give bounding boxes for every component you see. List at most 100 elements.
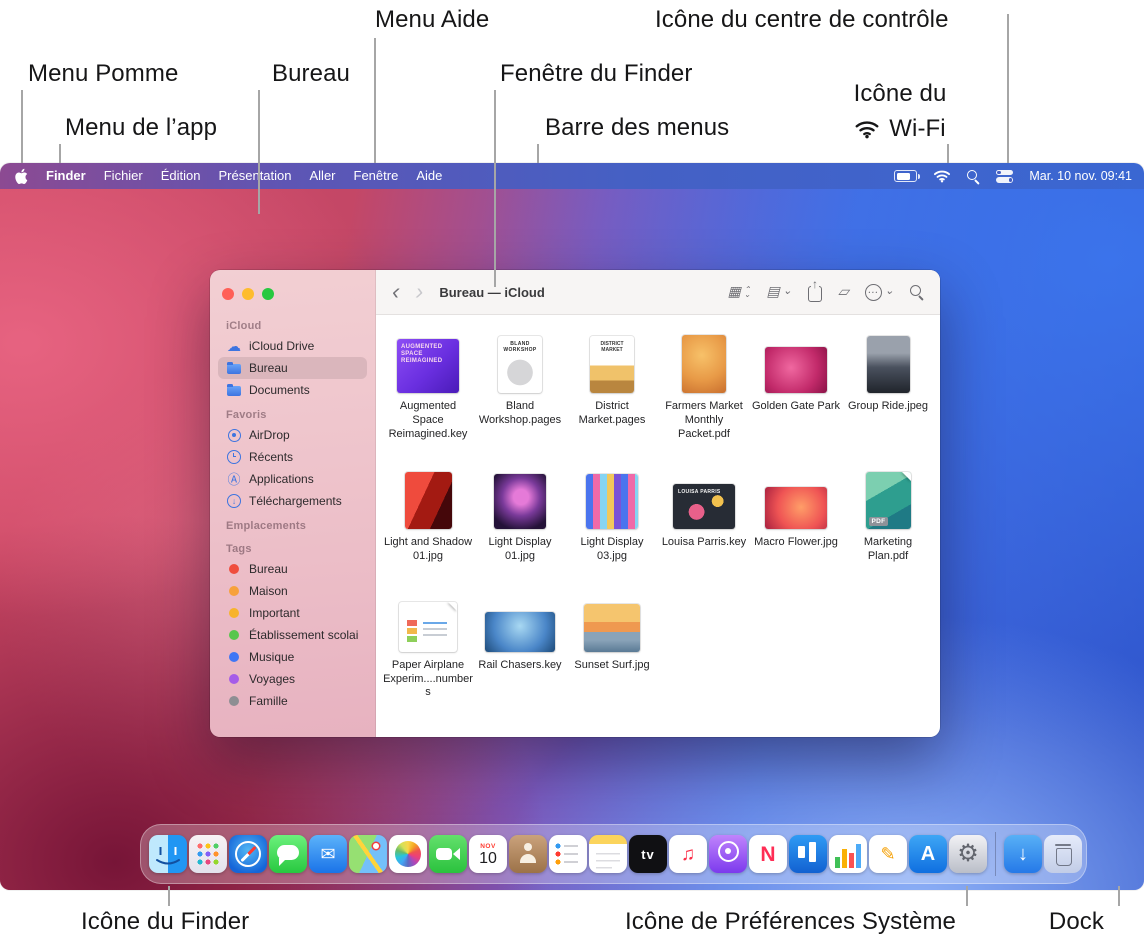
dock-maps-icon[interactable] (349, 835, 387, 873)
dock-music-icon[interactable] (669, 835, 707, 873)
file-marketing-plan[interactable]: PDF Marketing Plan.pdf (842, 467, 934, 564)
file-light-and-shadow-01[interactable]: Light and Shadow 01.jpg (382, 467, 474, 564)
calendar-day: 10 (479, 850, 497, 868)
sidebar-item-applications[interactable]: Applications (218, 468, 367, 490)
file-district-market[interactable]: DISTRICT MARKET District Market.pages (566, 331, 658, 441)
dock-launchpad-icon[interactable] (189, 835, 227, 873)
more-button[interactable] (865, 283, 894, 301)
tag-color-dot (229, 608, 239, 618)
search-button[interactable] (910, 285, 924, 299)
sidebar-tag-famille[interactable]: Famille (218, 690, 367, 712)
sidebar-section-tags: Tags (218, 535, 367, 558)
close-button[interactable] (222, 288, 234, 300)
apple-menu[interactable] (12, 168, 37, 185)
sidebar-section-favoris: Favoris (218, 401, 367, 424)
file-paper-airplane-experiment[interactable]: Paper Airplane Experim....numbers (382, 590, 474, 700)
dock-mail-icon[interactable] (309, 835, 347, 873)
sidebar-item-label: Documents (249, 383, 310, 397)
file-louisa-parris[interactable]: LOUISA PARRIS Louisa Parris.key (658, 467, 750, 564)
menu-aide[interactable]: Aide (407, 163, 451, 189)
menu-finder[interactable]: Finder (37, 163, 95, 189)
menu-aller[interactable]: Aller (301, 163, 345, 189)
forward-button[interactable] (416, 280, 424, 304)
file-light-display-01[interactable]: Light Display 01.jpg (474, 467, 566, 564)
sidebar-item-airdrop[interactable]: AirDrop (218, 424, 367, 446)
dock-trash-icon[interactable] (1044, 835, 1082, 873)
back-button[interactable] (392, 280, 400, 304)
dock-keynote-icon[interactable] (789, 835, 827, 873)
sidebar-tag-voyages[interactable]: Voyages (218, 668, 367, 690)
chevron-down-icon (783, 283, 792, 301)
dock-notes-icon[interactable] (589, 835, 627, 873)
file-augmented-space-reimagined[interactable]: AUGMENTED SPACE REIMAGINED Augmented Spa… (382, 331, 474, 441)
group-button[interactable] (767, 283, 792, 301)
file-thumbnail: DISTRICT MARKET (590, 336, 634, 393)
menu-presentation[interactable]: Présentation (210, 163, 301, 189)
dock-numbers-icon[interactable] (829, 835, 867, 873)
sidebar-item-documents[interactable]: Documents (218, 379, 367, 401)
menu-fichier[interactable]: Fichier (95, 163, 152, 189)
file-bland-workshop[interactable]: BLAND WORKSHOP Bland Workshop.pages (474, 331, 566, 441)
dock-system-preferences-icon[interactable] (949, 835, 987, 873)
tag-label: Musique (249, 650, 294, 664)
file-name: Louisa Parris.key (662, 536, 746, 550)
dock-safari-icon[interactable] (229, 835, 267, 873)
file-name: Light and Shadow 01.jpg (383, 536, 473, 564)
file-macro-flower[interactable]: Macro Flower.jpg (750, 467, 842, 564)
file-rail-chasers[interactable]: Rail Chasers.key (474, 590, 566, 700)
file-light-display-03[interactable]: Light Display 03.jpg (566, 467, 658, 564)
file-name: Rail Chasers.key (478, 659, 561, 673)
tag-color-dot (229, 586, 239, 596)
file-sunset-surf[interactable]: Sunset Surf.jpg (566, 590, 658, 700)
desktop[interactable]: iCloud iCloud Drive Bureau Documents Fav… (0, 189, 1144, 890)
dock-photos-icon[interactable] (389, 835, 427, 873)
file-name: Light Display 01.jpg (475, 536, 565, 564)
menu-fenetre[interactable]: Fenêtre (345, 163, 408, 189)
sidebar-item-recents[interactable]: Récents (218, 446, 367, 468)
zoom-button[interactable] (262, 288, 274, 300)
sidebar-tag-musique[interactable]: Musique (218, 646, 367, 668)
dock-reminders-icon[interactable] (549, 835, 587, 873)
share-button[interactable] (808, 282, 822, 302)
battery-icon[interactable] (894, 170, 917, 182)
share-icon (808, 286, 822, 302)
sidebar-item-telechargements[interactable]: Téléchargements (218, 490, 367, 512)
file-thumbnail: PDF (866, 472, 911, 529)
airdrop-icon (228, 429, 241, 442)
tags-button[interactable] (838, 283, 849, 301)
dock-contacts-icon[interactable] (509, 835, 547, 873)
menu-bar-clock[interactable]: Mar. 10 nov. 09:41 (1029, 169, 1132, 183)
control-center-icon[interactable] (996, 170, 1013, 183)
sidebar-tag-bureau[interactable]: Bureau (218, 558, 367, 580)
sidebar-tag-etablissement-scolaire[interactable]: Établissement scolaire (218, 624, 367, 646)
file-golden-gate-park[interactable]: Golden Gate Park (750, 331, 842, 441)
file-farmers-market-packet[interactable]: Farmers Market Monthly Packet.pdf (658, 331, 750, 441)
wifi-menu-icon[interactable] (933, 169, 951, 183)
dock-messages-icon[interactable] (269, 835, 307, 873)
sidebar-item-icloud-drive[interactable]: iCloud Drive (218, 335, 367, 357)
dock-calendar-icon[interactable]: NOV 10 (469, 835, 507, 873)
dock-podcasts-icon[interactable] (709, 835, 747, 873)
callout-menu-aide: Menu Aide (375, 6, 489, 34)
dock-downloads-icon[interactable] (1004, 835, 1042, 873)
minimize-button[interactable] (242, 288, 254, 300)
dock-pages-icon[interactable] (869, 835, 907, 873)
callout-finder-window: Fenêtre du Finder (500, 60, 692, 88)
sidebar-item-bureau[interactable]: Bureau (218, 357, 367, 379)
spotlight-icon[interactable] (967, 170, 980, 183)
dock-facetime-icon[interactable] (429, 835, 467, 873)
tag-label: Voyages (249, 672, 295, 686)
file-group-ride[interactable]: Group Ride.jpeg (842, 331, 934, 441)
sidebar-tag-maison[interactable]: Maison (218, 580, 367, 602)
dock-app-store-icon[interactable]: A (909, 835, 947, 873)
dock-finder-icon[interactable] (149, 835, 187, 873)
sidebar-tag-important[interactable]: Important (218, 602, 367, 624)
menu-edition[interactable]: Édition (152, 163, 210, 189)
callout-wifi-line2: Wi-Fi (889, 115, 945, 143)
view-button[interactable] (728, 283, 751, 301)
tag-label: Bureau (249, 562, 288, 576)
callout-line-wifi (947, 144, 949, 163)
callout-control-center: Icône du centre de contrôle (655, 6, 949, 34)
dock-news-icon[interactable]: N (749, 835, 787, 873)
dock-tv-icon[interactable]: tv (629, 835, 667, 873)
